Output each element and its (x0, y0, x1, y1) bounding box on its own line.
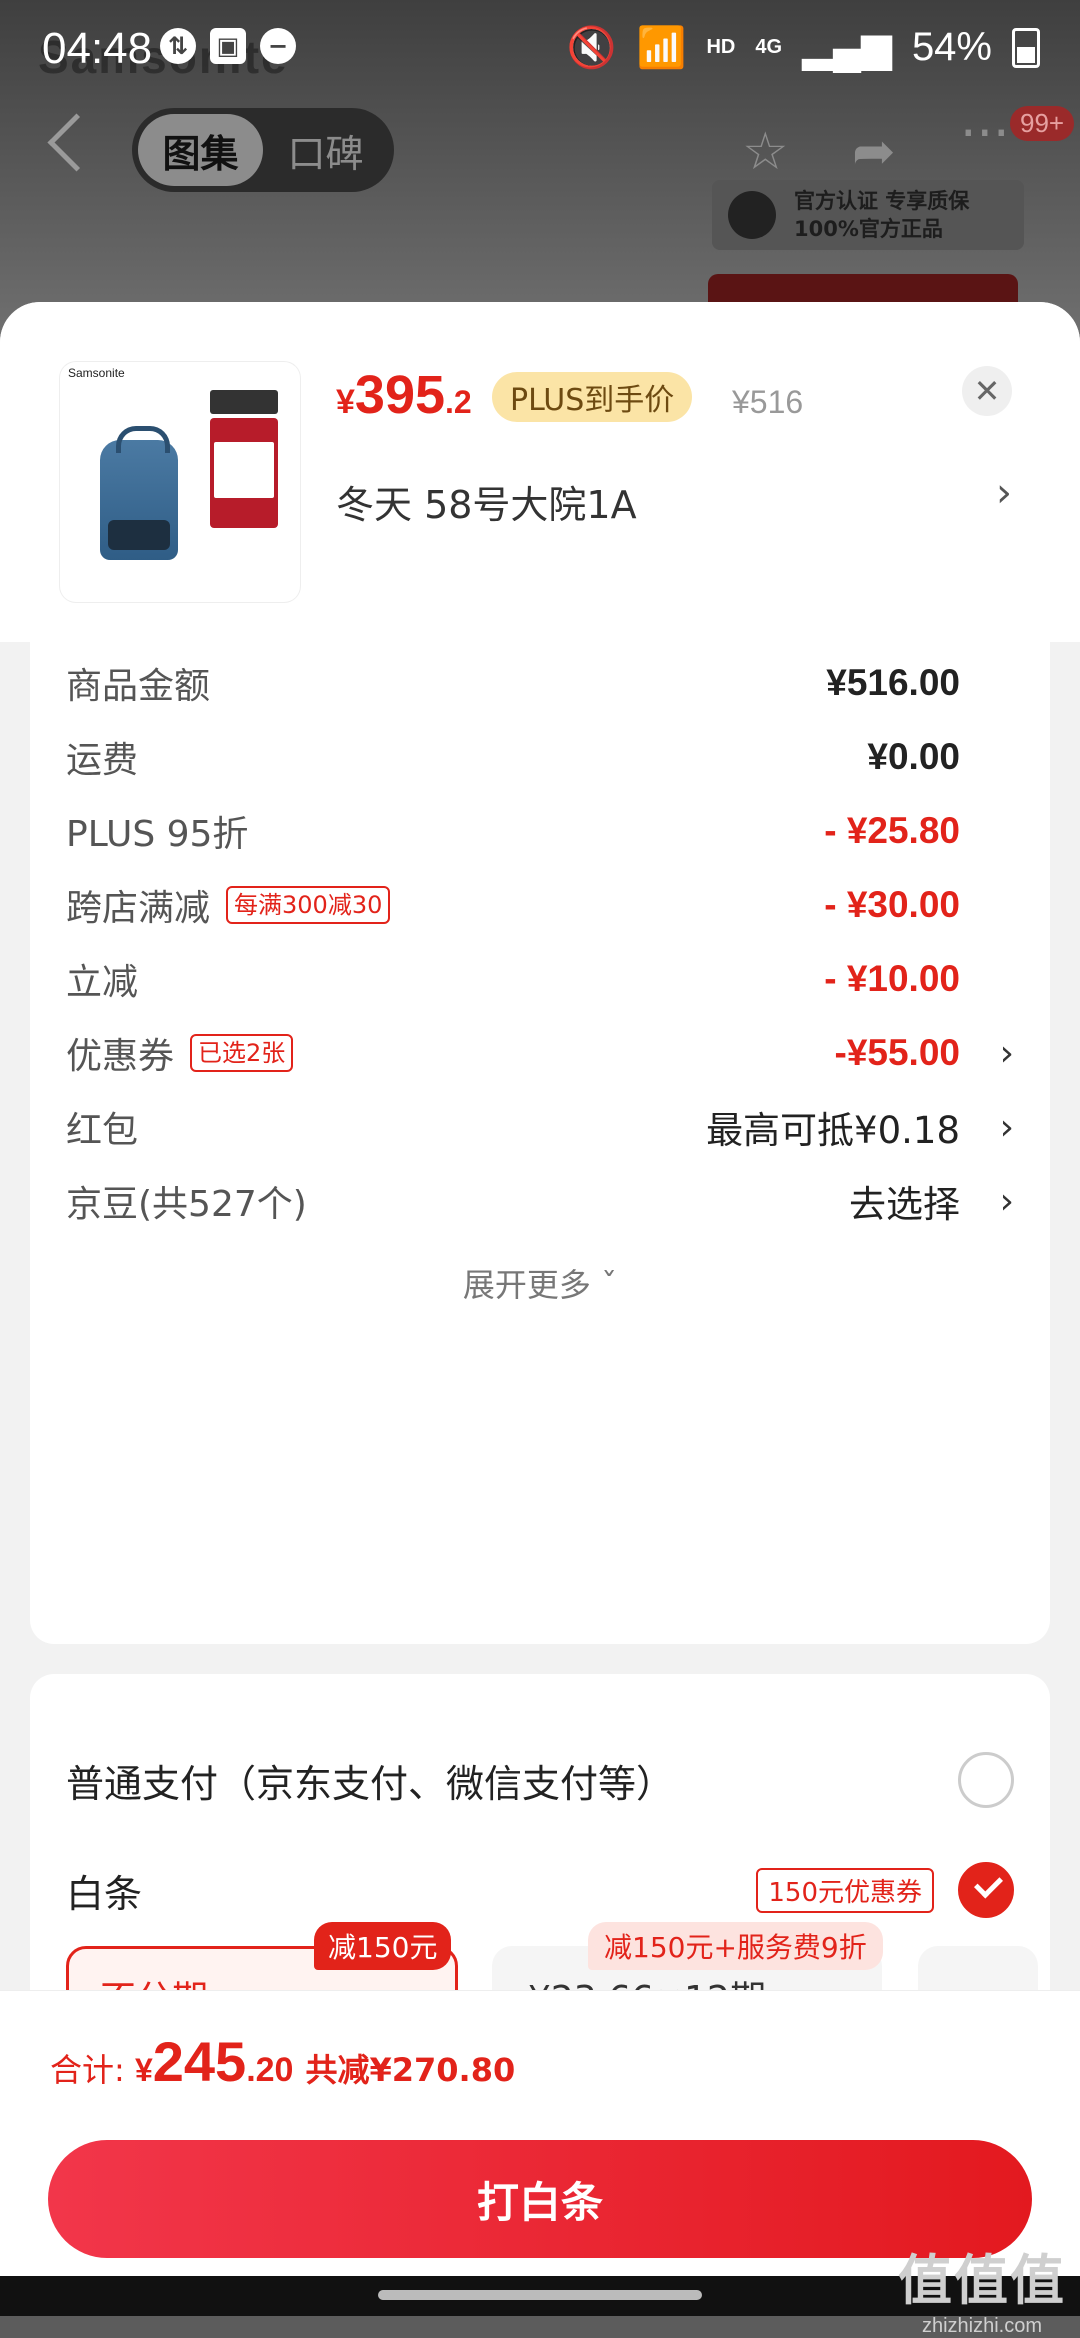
network-4g-label: 4G (755, 36, 783, 58)
product-price: ¥395.2 (336, 365, 472, 425)
chevron-right-icon[interactable]: › (1000, 1107, 1014, 1148)
backpack-image (100, 426, 178, 560)
plan2-discount-badge: 减150元+服务费9折 (588, 1922, 883, 1970)
tab-reviews[interactable]: 口碑 (263, 114, 388, 186)
status-system-icons: 🔇 📶 HD 4G ▂▄▆ 54% (567, 24, 1040, 71)
chevron-right-icon[interactable]: › (1000, 1033, 1014, 1074)
battery-percent: 54% (911, 25, 992, 69)
product-thumbnail: Samsonite (60, 362, 300, 602)
status-bar: 04:48 ⇅ ▣ − 🔇 📶 HD 4G ▂▄▆ 54% (0, 0, 1080, 100)
total-saved: 共减¥270.80 (305, 2051, 516, 2089)
plus-price-tag: PLUS到手价 (492, 372, 693, 422)
back-arrow-icon[interactable] (47, 113, 106, 172)
dnd-icon: − (260, 28, 296, 64)
pay-baitiao-button[interactable]: 打白条 (48, 2140, 1032, 2258)
detail-row-jingdou[interactable]: 京豆(共527个) 去选择 › (66, 1156, 1014, 1246)
status-notification-icons: ⇅ ▣ − (160, 28, 296, 64)
thumbnail-brand: Samsonite (68, 366, 125, 380)
home-indicator[interactable] (378, 2290, 702, 2300)
view-tabs: 图集 口碑 (132, 108, 394, 192)
close-icon: ✕ (973, 372, 1001, 410)
promo-tag: 每满300减30 (226, 886, 391, 924)
star-icon[interactable]: ☆ (742, 122, 789, 182)
status-time: 04:48 (42, 24, 153, 73)
price-detail-card: 商品金额 ¥516.00 运费 ¥0.00 PLUS 95折 - ¥25.80 … (30, 638, 1050, 1644)
thumbnail-promo-card (210, 418, 278, 528)
hd-label: HD (706, 36, 736, 58)
share-icon[interactable]: ➦ (852, 122, 896, 182)
auth-line-1: 官方认证 专享质保 (794, 189, 970, 213)
baitiao-coupon-tag: 150元优惠券 (756, 1867, 934, 1913)
total-amount: 合计: ¥245.20 共减¥270.80 (50, 2030, 516, 2093)
auth-line-2: 100%官方正品 (794, 217, 943, 241)
official-auth-banner: 官方认证 专享质保 100%官方正品 (712, 180, 1024, 250)
battery-icon (1012, 27, 1040, 68)
site-watermark: 值值值 zhizhizhi.com (898, 2251, 1066, 2337)
mute-icon: 🔇 (566, 26, 617, 70)
close-button[interactable]: ✕ (962, 366, 1012, 416)
tab-gallery[interactable]: 图集 (138, 114, 263, 186)
thumbnail-label (210, 390, 278, 414)
product-header: Samsonite ¥395.2 PLUS到手价 ¥516 ✕ 冬天 58号大院… (0, 302, 1080, 642)
chevron-right-icon[interactable]: › (996, 470, 1012, 516)
payment-option-normal[interactable]: 普通支付（京东支付、微信支付等） (66, 1730, 1014, 1830)
total-bar: 合计: ¥245.20 共减¥270.80 (0, 1990, 1080, 2126)
chevron-right-icon[interactable]: › (1000, 1181, 1014, 1222)
coupon-count-tag: 已选2张 (190, 1034, 294, 1072)
plan1-discount-badge: 减150元 (314, 1922, 452, 1970)
delivery-address[interactable]: 冬天 58号大院1A (336, 474, 637, 529)
original-price: ¥516 (732, 384, 804, 420)
more-icon[interactable]: ··· (960, 104, 1010, 164)
signal-icon: ▂▄▆ (802, 25, 892, 70)
wifi-icon: 📶 (636, 26, 687, 70)
gallery-icon: ▣ (210, 28, 246, 64)
expand-more-button[interactable]: 展开更多 ˇ (30, 1260, 1050, 1306)
radio-unchecked[interactable] (958, 1752, 1014, 1808)
background-page: Samsonite 04:48 ⇅ ▣ − 🔇 📶 HD 4G ▂▄▆ 54% … (0, 0, 1080, 340)
data-saver-icon: ⇅ (160, 28, 196, 64)
official-logo-icon (728, 191, 776, 239)
chevron-down-icon: ˇ (590, 1266, 618, 1304)
message-count-badge: 99+ (1010, 106, 1075, 141)
radio-checked[interactable] (958, 1862, 1014, 1918)
